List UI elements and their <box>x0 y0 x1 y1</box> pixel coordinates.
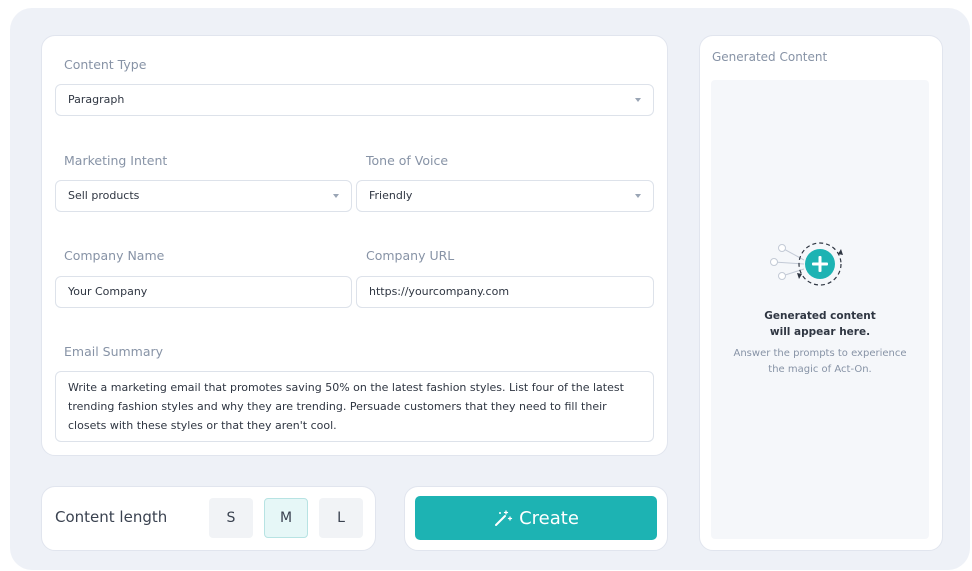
length-medium-button[interactable]: M <box>264 498 308 538</box>
chevron-down-icon <box>333 194 339 198</box>
email-summary-textarea[interactable]: Write a marketing email that promotes sa… <box>55 371 654 442</box>
generated-placeholder-sub-1: Answer the prompts to experience <box>733 348 907 359</box>
content-type-value: Paragraph <box>68 93 125 106</box>
content-type-label: Content Type <box>64 57 147 72</box>
company-url-label: Company URL <box>366 248 455 263</box>
generated-placeholder-heading-2: will appear here. <box>769 326 871 338</box>
chevron-down-icon <box>635 98 641 102</box>
create-button[interactable]: Create <box>415 496 657 540</box>
marketing-intent-label: Marketing Intent <box>64 153 168 168</box>
company-name-input[interactable]: Your Company <box>55 276 352 308</box>
tone-of-voice-label: Tone of Voice <box>366 153 449 168</box>
length-small-button[interactable]: S <box>209 498 253 538</box>
tone-of-voice-select[interactable]: Friendly <box>356 180 654 212</box>
marketing-intent-select[interactable]: Sell products <box>55 180 352 212</box>
company-url-input[interactable]: https://yourcompany.com <box>356 276 654 308</box>
chevron-down-icon <box>635 194 641 198</box>
company-name-label: Company Name <box>64 248 165 263</box>
generated-content-title: Generated Content <box>712 50 828 64</box>
length-large-button[interactable]: L <box>319 498 363 538</box>
create-button-label: Create <box>519 507 579 529</box>
tone-of-voice-value: Friendly <box>369 189 413 202</box>
generated-placeholder-heading-1: Generated content <box>764 310 876 322</box>
generated-placeholder-sub-2: the magic of Act-On. <box>768 364 872 375</box>
email-summary-label: Email Summary <box>64 344 164 359</box>
generate-plus-icon <box>770 242 843 286</box>
content-type-select[interactable]: Paragraph <box>55 84 654 116</box>
marketing-intent-value: Sell products <box>68 189 140 202</box>
content-length-label: Content length <box>55 508 168 526</box>
company-name-value: Your Company <box>68 285 148 298</box>
company-url-value: https://yourcompany.com <box>369 285 510 298</box>
magic-wand-icon <box>495 510 513 526</box>
